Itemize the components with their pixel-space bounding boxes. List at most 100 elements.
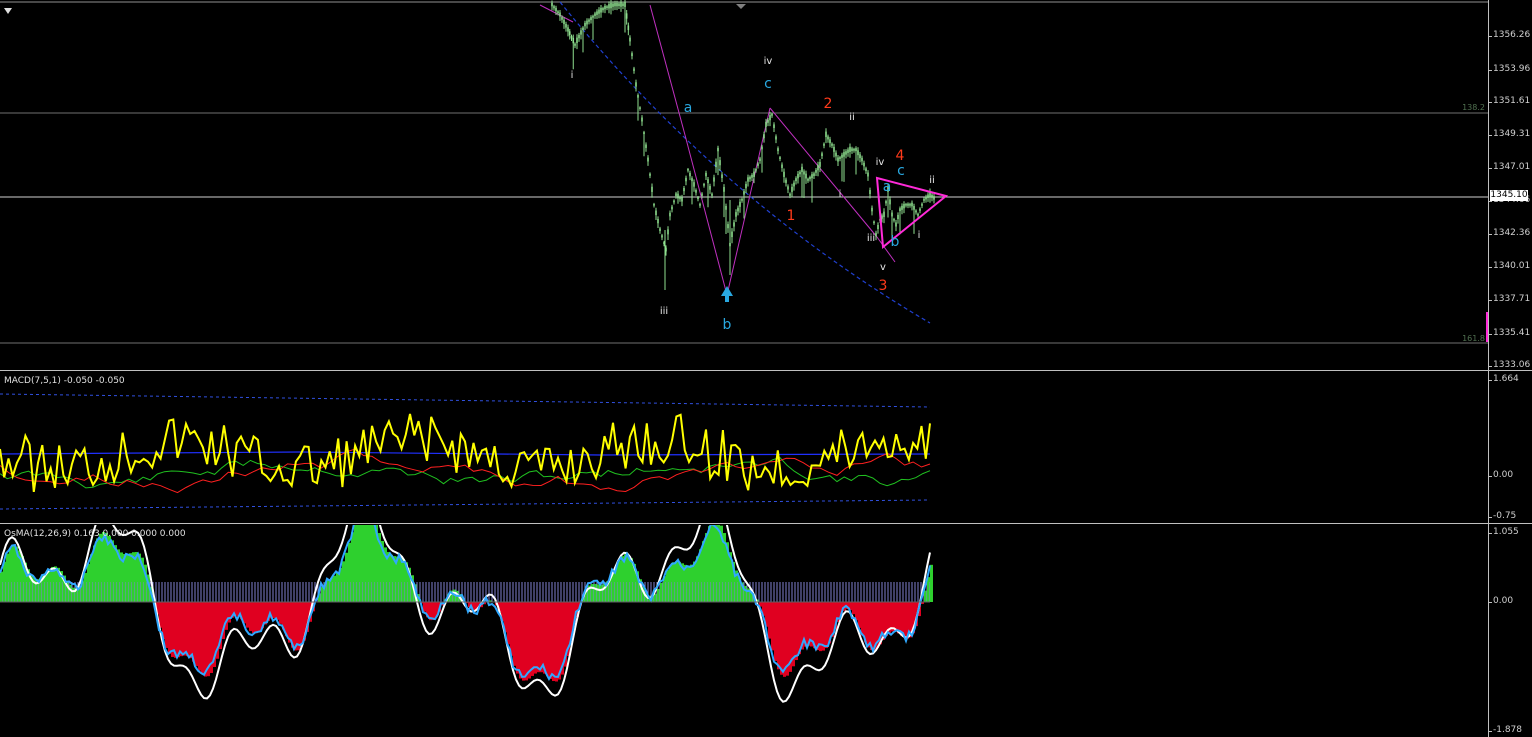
osma-bar-negative bbox=[252, 602, 255, 634]
price-chart-svg: 138.2161.8iiiiabivc12iiiiv 4ca iiiii b iv3 bbox=[0, 0, 1488, 344]
scale-tick-label: 1.055 bbox=[1493, 527, 1519, 537]
candle-body bbox=[553, 6, 555, 9]
candle-body bbox=[895, 222, 897, 227]
candle-body bbox=[821, 153, 823, 157]
candle-body bbox=[831, 143, 833, 146]
macd-zero-line bbox=[0, 451, 931, 456]
candle-body bbox=[689, 172, 691, 177]
osma-bar-negative bbox=[246, 602, 249, 628]
candle-body bbox=[837, 157, 839, 162]
candle-body bbox=[719, 160, 721, 166]
chart-terminal[interactable]: 138.2 161.8 i iii a b iv c 1 2 ii i iv 4 c a ii iii b i v 3 1… bbox=[0, 0, 1532, 737]
candle-body bbox=[725, 205, 727, 210]
pane-separator-1[interactable] bbox=[0, 370, 1532, 371]
osma-bar-negative bbox=[894, 602, 897, 632]
candle-body bbox=[919, 208, 921, 211]
candle-body bbox=[807, 178, 809, 181]
candle-body bbox=[909, 203, 911, 206]
osma-bar-negative bbox=[300, 602, 303, 647]
osma-bar-negative bbox=[432, 602, 435, 620]
candle-body bbox=[625, 13, 628, 19]
candle-body bbox=[787, 186, 789, 190]
price-scale[interactable]: 1356.261353.961351.611349.311347.011344.… bbox=[1488, 0, 1532, 370]
scale-tick-label: -0.75 bbox=[1493, 511, 1517, 521]
candle-body bbox=[679, 196, 681, 200]
scale-tick-label: 1347.01 bbox=[1493, 162, 1531, 172]
scale-tick-label: 1356.26 bbox=[1493, 30, 1531, 40]
candle-body bbox=[803, 171, 805, 175]
candle-body bbox=[757, 163, 759, 166]
candle-body bbox=[853, 148, 855, 151]
osma-pane[interactable]: OsMA(12,26,9) 0.163 0.000 0.000 0.000 bbox=[0, 525, 1488, 737]
candle-body bbox=[715, 161, 717, 167]
candle-body bbox=[865, 168, 867, 171]
candle-body bbox=[851, 148, 853, 151]
candle-body bbox=[859, 154, 861, 159]
osma-bar-negative bbox=[531, 602, 534, 676]
candle-body bbox=[825, 131, 827, 138]
osma-bar-negative bbox=[510, 602, 513, 656]
macd-upper-band bbox=[0, 393, 931, 408]
candle-body bbox=[557, 11, 559, 14]
candle-body bbox=[771, 113, 773, 116]
candle-body bbox=[893, 218, 895, 221]
osma-bar-negative bbox=[201, 602, 204, 675]
candle-body bbox=[891, 212, 893, 217]
candle-body bbox=[695, 189, 697, 193]
price-chart-pane[interactable]: 138.2 161.8 i iii a b iv c 1 2 ii i iv 4 c a ii iii b i v 3 bbox=[0, 0, 1488, 370]
osma-bar-negative bbox=[516, 602, 519, 674]
scale-tick-label: 1337.71 bbox=[1493, 294, 1531, 304]
candle-body bbox=[835, 152, 837, 157]
candle-body bbox=[596, 11, 598, 15]
osma-bar-negative bbox=[555, 602, 558, 682]
wave-label: a bbox=[883, 179, 892, 195]
wave-label: iii bbox=[867, 233, 875, 244]
wave-label: 2 bbox=[824, 96, 833, 112]
pane-separator-2[interactable] bbox=[0, 523, 1532, 524]
wave-label: iv bbox=[876, 157, 885, 168]
candle-body bbox=[580, 30, 582, 35]
osma-bar-negative bbox=[273, 602, 276, 619]
candle-body bbox=[629, 37, 631, 42]
candle-body bbox=[911, 202, 913, 207]
fib-label: 138.2 bbox=[1462, 103, 1485, 112]
macd-pane[interactable]: MACD(7,5,1) -0.050 -0.050 bbox=[0, 372, 1488, 522]
macd-chart-svg bbox=[0, 393, 931, 510]
candle-body bbox=[731, 231, 733, 238]
candle-body bbox=[801, 166, 803, 172]
candle-body bbox=[889, 199, 891, 205]
candle-body bbox=[839, 157, 841, 160]
candle-body bbox=[785, 179, 787, 183]
candle-body bbox=[813, 173, 815, 177]
candle-body bbox=[841, 154, 843, 158]
candle-body bbox=[861, 157, 863, 162]
wave-label: b bbox=[723, 317, 732, 333]
osma-bar-negative bbox=[777, 602, 780, 670]
candle-body bbox=[627, 25, 630, 31]
candle-body bbox=[691, 178, 693, 182]
candle-body bbox=[578, 34, 580, 39]
osma-bar-negative bbox=[543, 602, 546, 674]
candle-body bbox=[584, 22, 586, 27]
scale-tick-label: 1351.61 bbox=[1493, 96, 1531, 106]
candle-body bbox=[899, 208, 901, 212]
candle-body bbox=[923, 198, 925, 201]
osma-bar-negative bbox=[528, 602, 531, 679]
shift-marker-icon bbox=[736, 4, 746, 9]
osma-bar-negative bbox=[546, 602, 549, 677]
wave-label: c bbox=[764, 76, 772, 92]
osma-bar-negative bbox=[897, 602, 900, 634]
scale-tick-label: 0.00 bbox=[1493, 596, 1514, 606]
candle-body bbox=[624, 1, 626, 7]
osma-bar-negative bbox=[177, 602, 180, 658]
osma-bar-negative bbox=[858, 602, 861, 628]
candle-body bbox=[594, 13, 596, 16]
wave-label: 3 bbox=[879, 278, 888, 294]
candle-body bbox=[713, 177, 715, 182]
macd-scale[interactable]: 1.664 0.00 -0.75 bbox=[1488, 372, 1532, 522]
scale-tick-label: 1333.06 bbox=[1493, 360, 1531, 370]
candle-body bbox=[669, 212, 671, 217]
wave-label: b bbox=[891, 234, 900, 250]
osma-scale[interactable]: 1.055 0.00 -1.878 bbox=[1488, 525, 1532, 737]
osma-bar-negative bbox=[183, 602, 186, 656]
